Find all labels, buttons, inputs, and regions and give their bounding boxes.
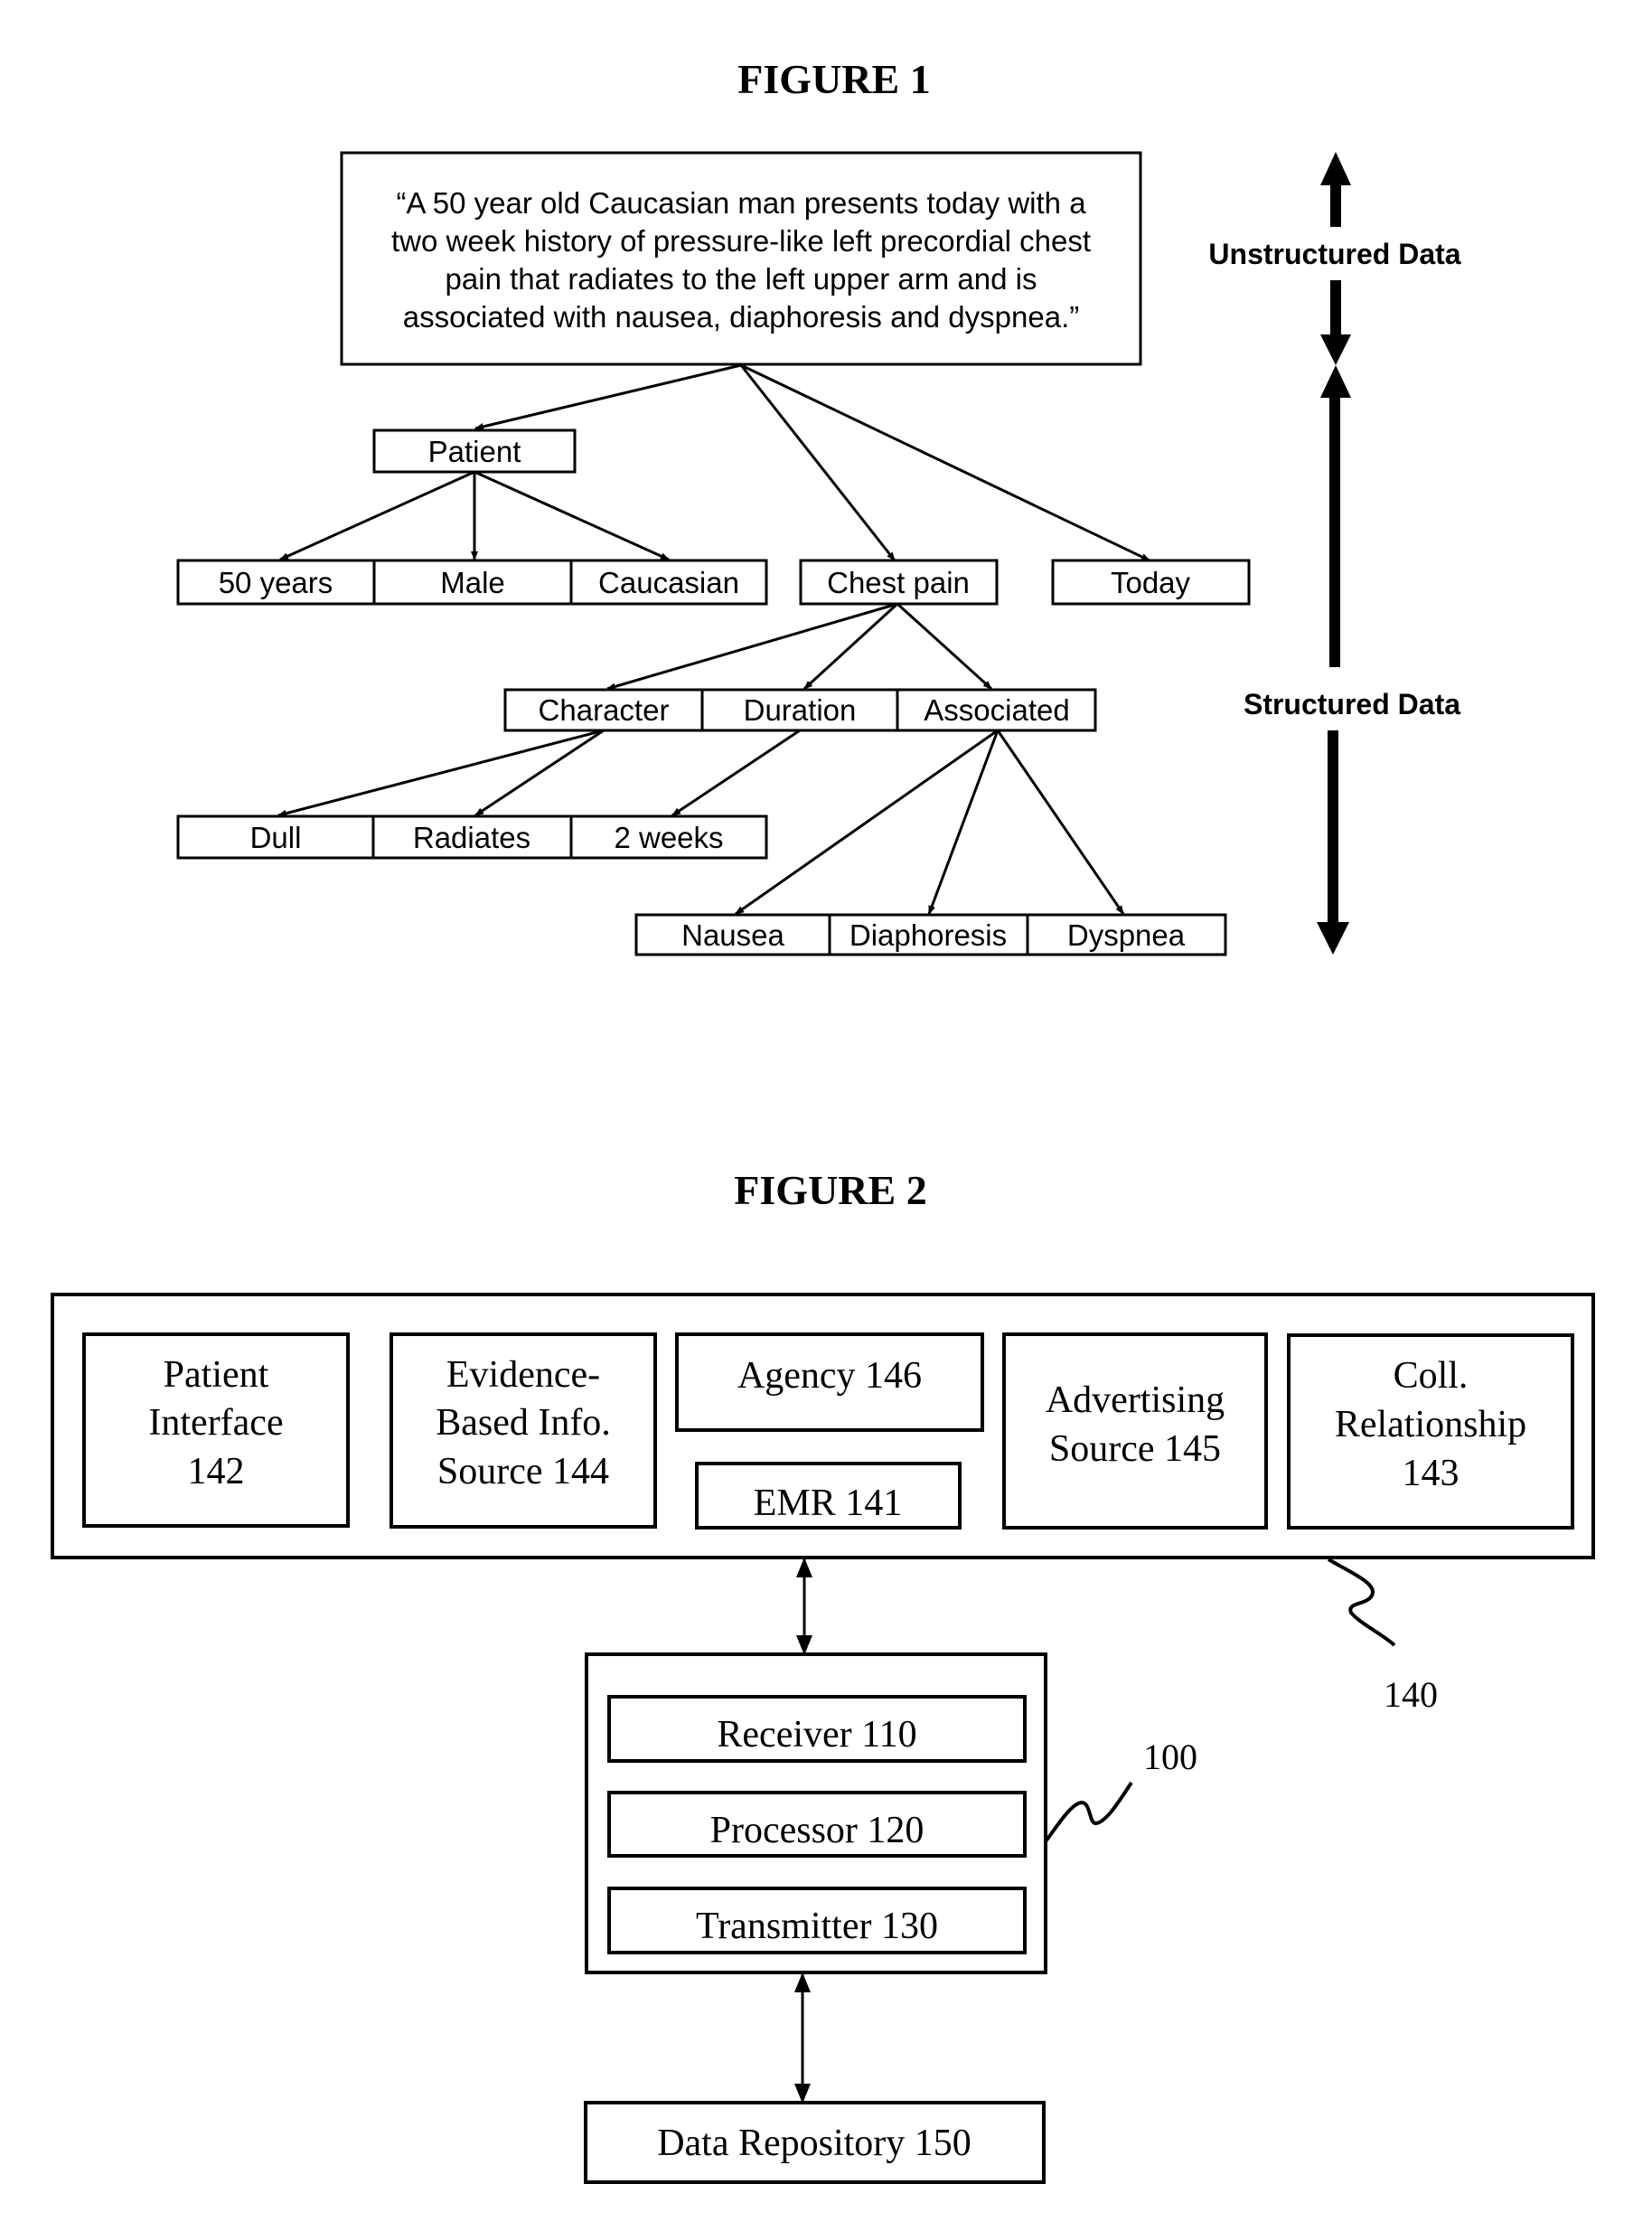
patient-attributes-row: 50 years Male Caucasian — [176, 559, 768, 606]
node-2weeks-label: 2 weeks — [614, 821, 723, 854]
edge-associated-to-diaphoresis — [927, 730, 1000, 915]
patient-interface-ref: 142 — [188, 1451, 245, 1492]
edge-character-to-dull — [277, 729, 605, 817]
collaborative-relationship-label: Relationship — [1335, 1404, 1526, 1445]
collaborative-relationship-ref: 143 — [1403, 1453, 1460, 1494]
edge-quote-to-chest-pain — [739, 364, 896, 561]
evidence-source-label: Based Info. — [436, 1402, 611, 1444]
device-100-ref-label: 100 — [1143, 1737, 1197, 1777]
node-duration-label: Duration — [744, 693, 857, 727]
component-advertising-source: Advertising Source 145 — [1002, 1332, 1268, 1530]
edge-character-to-radiates — [474, 729, 605, 817]
node-dyspnea-label: Dyspnea — [1067, 918, 1186, 952]
evidence-source-label: Source 144 — [437, 1451, 609, 1492]
figure-1-title: FIGURE 1 — [737, 56, 930, 102]
advertising-source-label: Advertising — [1046, 1379, 1225, 1421]
device-100: Receiver 110 Processor 120 Transmitter 1… — [585, 1652, 1047, 1974]
component-patient-interface: Patient Interface 142 — [82, 1332, 350, 1528]
emr-label: EMR 141 — [754, 1483, 903, 1524]
component-evidence-source: Evidence- Based Info. Source 144 — [390, 1332, 657, 1529]
evidence-source-label: Evidence- — [446, 1354, 600, 1396]
agency-label: Agency 146 — [737, 1355, 922, 1397]
edge-patient-to-race — [474, 470, 670, 561]
patient-interface-label: Patient — [164, 1354, 269, 1396]
figure-2-title: FIGURE 2 — [734, 1167, 926, 1213]
leader-line-100 — [1044, 1781, 1133, 1843]
edge-quote-to-today — [740, 363, 1150, 562]
node-character-label: Character — [539, 693, 670, 727]
node-sex-label: Male — [440, 566, 505, 599]
edge-duration-to-2weeks — [671, 729, 801, 817]
data-repository-150: Data Repository 150 — [584, 2101, 1046, 2184]
quote-line: two week history of pressure-like left p… — [391, 224, 1091, 258]
figure-1: FIGURE 1 “A 50 year old Caucasian man pr… — [176, 56, 1461, 956]
node-radiates-label: Radiates — [413, 821, 530, 854]
node-nausea-label: Nausea — [681, 918, 784, 952]
edge-associated-to-nausea — [735, 729, 999, 916]
edge-associated-to-dyspnea — [996, 730, 1125, 915]
node-patient: Patient — [372, 428, 577, 474]
transmitter-label: Transmitter 130 — [696, 1906, 938, 1947]
data-scale-axis: Unstructured Data Structured Data — [1208, 152, 1461, 955]
arrow-down-icon — [1320, 334, 1351, 365]
unstructured-data-label: Unstructured Data — [1208, 238, 1460, 270]
component-emr: EMR 141 — [695, 1462, 962, 1530]
arrow-down-icon — [1317, 922, 1349, 955]
quote-line: “A 50 year old Caucasian man presents to… — [396, 186, 1086, 220]
structured-data-label: Structured Data — [1244, 688, 1460, 720]
node-dull-label: Dull — [250, 821, 302, 854]
node-associated-label: Associated — [924, 693, 1069, 727]
arrow-up-icon — [1320, 152, 1351, 185]
node-today: Today — [1051, 559, 1251, 606]
structured-lower-shaft — [1328, 730, 1338, 924]
node-race-label: Caucasian — [598, 566, 739, 599]
component-agency: Agency 146 — [675, 1332, 984, 1432]
unstructured-upper-shaft — [1330, 184, 1341, 227]
component-collaborative-relationship: Coll. Relationship 143 — [1287, 1333, 1574, 1530]
patient-interface-label: Interface — [148, 1402, 283, 1444]
receiver-label: Receiver 110 — [717, 1714, 916, 1756]
data-repository-label: Data Repository 150 — [657, 2123, 971, 2164]
unstructured-quote-box: “A 50 year old Caucasian man presents to… — [340, 151, 1142, 366]
structured-upper-shaft — [1329, 396, 1340, 667]
character-duration-values-row: Dull Radiates 2 weeks — [176, 814, 768, 860]
patent-drawing-sheet: FIGURE 1 “A 50 year old Caucasian man pr… — [51, 56, 1595, 2184]
collaborative-relationship-label: Coll. — [1394, 1355, 1469, 1397]
node-today-label: Today — [1111, 566, 1191, 599]
associated-values-row: Nausea Diaphoresis Dyspnea — [634, 913, 1227, 956]
quote-line: pain that radiates to the left upper arm… — [446, 262, 1037, 296]
arrow-up-icon — [1320, 365, 1351, 398]
system-140-ref-label: 140 — [1384, 1674, 1438, 1715]
node-diaphoresis-label: Diaphoresis — [849, 918, 1007, 952]
quote-line: associated with nausea, diaphoresis and … — [403, 300, 1079, 334]
edge-chest-to-associated — [896, 602, 993, 691]
node-chest-pain: Chest pain — [799, 559, 999, 606]
node-age-label: 50 years — [219, 566, 333, 599]
edge-patient-to-age — [279, 470, 475, 561]
edge-chest-to-character — [606, 602, 898, 691]
chest-pain-attributes-row: Character Duration Associated — [503, 688, 1097, 732]
figure-2: FIGURE 2 Patient Interface 142 Evidence-… — [51, 1167, 1595, 2184]
processor-label: Processor 120 — [710, 1810, 925, 1851]
edge-quote-to-patient — [474, 363, 742, 430]
leader-line-140 — [1327, 1558, 1396, 1647]
node-chest-pain-label: Chest pain — [827, 566, 970, 599]
advertising-source-label: Source 145 — [1049, 1428, 1221, 1470]
node-patient-label: Patient — [428, 435, 521, 468]
unstructured-lower-shaft — [1330, 280, 1341, 336]
